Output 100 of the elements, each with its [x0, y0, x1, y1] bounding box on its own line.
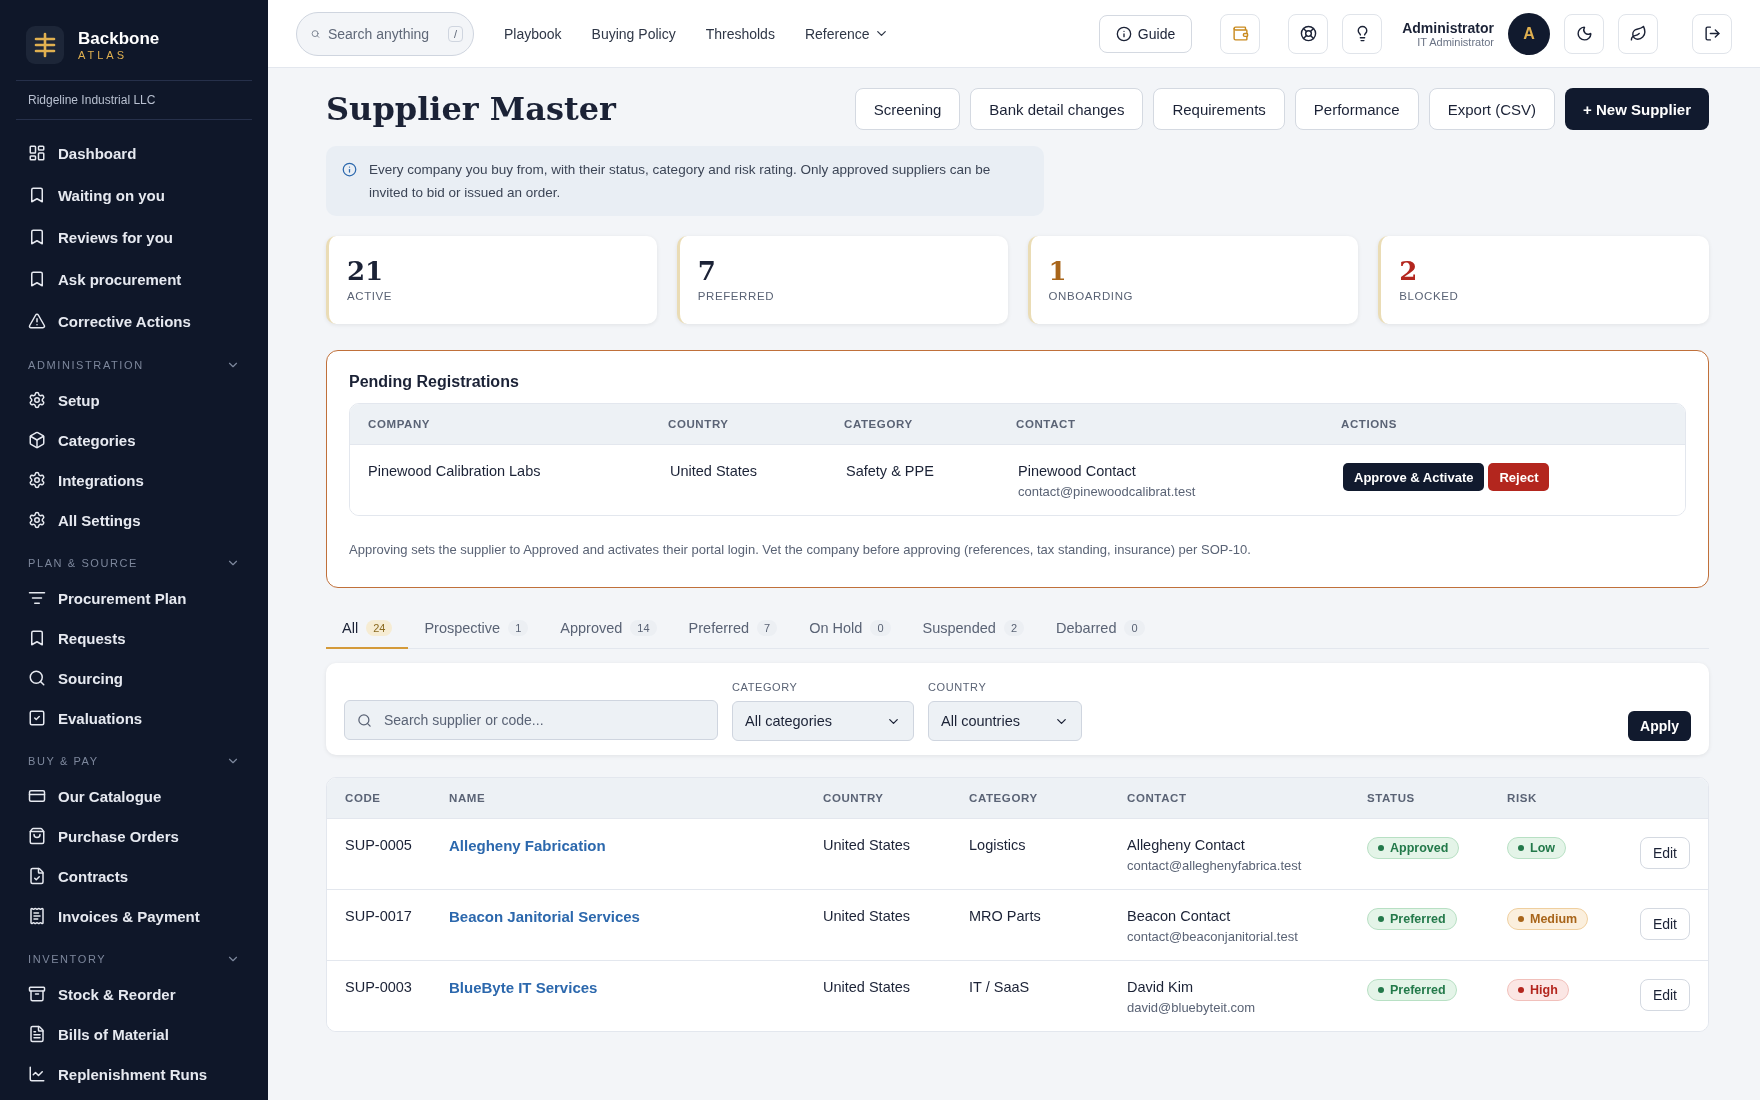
column-header: RISK — [1507, 792, 1538, 804]
user-role: IT Administrator — [1417, 35, 1494, 48]
tips-button[interactable] — [1342, 13, 1383, 54]
nav-item[interactable]: Integrations — [16, 460, 252, 500]
section-title: INVENTORY — [28, 953, 107, 965]
document-icon — [28, 1025, 46, 1043]
column-header: COUNTRY — [668, 418, 730, 430]
count-badge: 1 — [508, 620, 529, 636]
section-title: ADMINISTRATION — [28, 359, 144, 371]
action-button[interactable]: Screening — [854, 88, 961, 130]
table-cell-text: MRO Parts — [969, 908, 1042, 924]
column-header: ACTIONS — [1341, 418, 1398, 430]
logout-button[interactable] — [1692, 13, 1732, 54]
brand-name: Backbone — [78, 29, 160, 49]
search-field[interactable]: Search supplier or code... — [344, 700, 718, 740]
count-badge: 7 — [757, 620, 778, 636]
nav-item[interactable]: Requests — [16, 618, 252, 658]
count-badge: 14 — [630, 620, 657, 636]
nav-item[interactable]: Invoices & Payment — [16, 896, 252, 936]
action-button[interactable]: Export (CSV) — [1428, 88, 1556, 130]
filter-tab[interactable]: All 24 — [326, 610, 409, 649]
nav-item[interactable]: Stock & Reorder — [16, 974, 252, 1014]
filter-tab[interactable]: Approved 14 — [544, 610, 673, 649]
table-cell-text: Safety & PPE — [846, 463, 935, 479]
nav-item[interactable]: All Settings — [16, 500, 252, 540]
table-cell-text: SUP-0005 — [345, 837, 413, 853]
bookmark-icon — [28, 270, 46, 288]
table-cell-text: SUP-0017 — [345, 908, 413, 924]
info-text: Every company you buy from, with their status, category and risk rating. Only approved suppliers can be invited to bid or issued an order. — [369, 161, 992, 202]
edit-button[interactable]: Edit — [1639, 979, 1690, 1011]
archive-icon — [28, 985, 46, 1003]
nav-item[interactable]: Corrective Actions — [16, 300, 252, 342]
wallet-icon — [1231, 25, 1249, 42]
action-button[interactable]: Performance — [1294, 88, 1419, 130]
supplier-link[interactable]: BlueByte IT Services — [449, 979, 823, 996]
filter-tab[interactable]: Debarred 0 — [1040, 610, 1161, 649]
nav-item[interactable]: Setup — [16, 380, 252, 420]
nav-item[interactable]: Contracts — [16, 856, 252, 896]
reference-menu[interactable]: Reference — [804, 25, 889, 42]
nav-item[interactable]: Reviews for you — [16, 216, 252, 258]
warning-icon — [28, 312, 46, 330]
approve-button[interactable]: Approve & Activate — [1343, 463, 1485, 491]
stat-label: ONBOARDING — [1048, 290, 1135, 302]
filter-tab[interactable]: Suspended 2 — [906, 610, 1040, 649]
search-input[interactable]: Search supplier or code... — [382, 711, 705, 729]
apply-button[interactable]: Apply — [1628, 711, 1691, 741]
search-field[interactable]: Search anything / — [296, 11, 474, 56]
category-select[interactable]: All categories — [732, 701, 914, 741]
count-badge: 24 — [366, 620, 393, 636]
nav-item[interactable]: Ask procurement — [16, 258, 252, 300]
edit-button[interactable]: Edit — [1639, 908, 1690, 940]
table-cell-text: IT / SaaS — [969, 979, 1031, 995]
action-button[interactable]: Bank detail changes — [970, 88, 1144, 130]
help-button[interactable] — [1288, 13, 1329, 54]
nav-link[interactable]: Playbook — [504, 25, 562, 42]
nav-item[interactable]: Dashboard — [16, 132, 252, 174]
supplier-link[interactable]: Beacon Janitorial Services — [449, 908, 823, 925]
contact-email: contact@alleghenyfabrica.test — [1127, 858, 1303, 873]
lifebuoy-icon — [1299, 25, 1317, 42]
note-text: Approving sets the supplier to Approved and activates their portal login. Vet the company before approving (references, tax standing, insurance) per SOP-10. — [349, 542, 1252, 557]
nav-item[interactable]: Replenishment Runs — [16, 1054, 252, 1094]
table-cell-text: Pinewood Calibration Labs — [368, 463, 542, 479]
search-input[interactable]: Search anything — [327, 25, 440, 42]
logo-icon — [26, 26, 64, 64]
nav-item[interactable]: Categories — [16, 420, 252, 460]
nav-item[interactable]: Evaluations — [16, 698, 252, 738]
nav-item[interactable]: Sourcing — [16, 658, 252, 698]
filter-tab[interactable]: On Hold 0 — [793, 610, 907, 649]
supplier-link[interactable]: Allegheny Fabrication — [449, 837, 823, 854]
filter-tab[interactable]: Prospective 1 — [408, 610, 545, 649]
nav-item[interactable]: Bills of Material — [16, 1014, 252, 1054]
action-button[interactable]: Requirements — [1153, 88, 1285, 130]
contact-name: Beacon Contact — [1127, 908, 1232, 924]
nav-link[interactable]: Thresholds — [705, 25, 775, 42]
edit-button[interactable]: Edit — [1639, 837, 1690, 869]
user-avatar[interactable]: A — [1508, 12, 1550, 55]
nav-item[interactable]: Our Catalogue — [16, 776, 252, 816]
guide-button[interactable]: Guide — [1098, 14, 1193, 53]
theme-button[interactable] — [1564, 13, 1604, 54]
stat-value: 7 — [697, 256, 717, 286]
country-select[interactable]: All countries — [928, 701, 1082, 741]
table-cell-text: Logistics — [969, 837, 1027, 853]
reject-button[interactable]: Reject — [1488, 463, 1550, 491]
new-supplier-button[interactable]: + New Supplier — [1565, 88, 1709, 130]
contact-email: contact@pinewoodcalibrat.test — [1018, 484, 1197, 499]
column-header: COMPANY — [368, 418, 432, 430]
bookmark-icon — [28, 629, 46, 647]
stat-value: 2 — [1399, 256, 1419, 286]
nav-item[interactable]: Purchase Orders — [16, 816, 252, 856]
leaf-button[interactable] — [1618, 13, 1658, 54]
filter-tab[interactable]: Preferred 7 — [672, 610, 794, 649]
section-title: PLAN & SOURCE — [28, 557, 139, 569]
stat-label: BLOCKED — [1399, 290, 1460, 302]
receipt-icon — [28, 907, 46, 925]
nav-item[interactable]: Waiting on you — [16, 174, 252, 216]
status-badge: Medium — [1507, 908, 1589, 930]
contact-name: Allegheny Contact — [1127, 837, 1246, 853]
nav-item[interactable]: Procurement Plan — [16, 578, 252, 618]
list-icon — [28, 589, 46, 607]
nav-link[interactable]: Buying Policy — [591, 25, 676, 42]
